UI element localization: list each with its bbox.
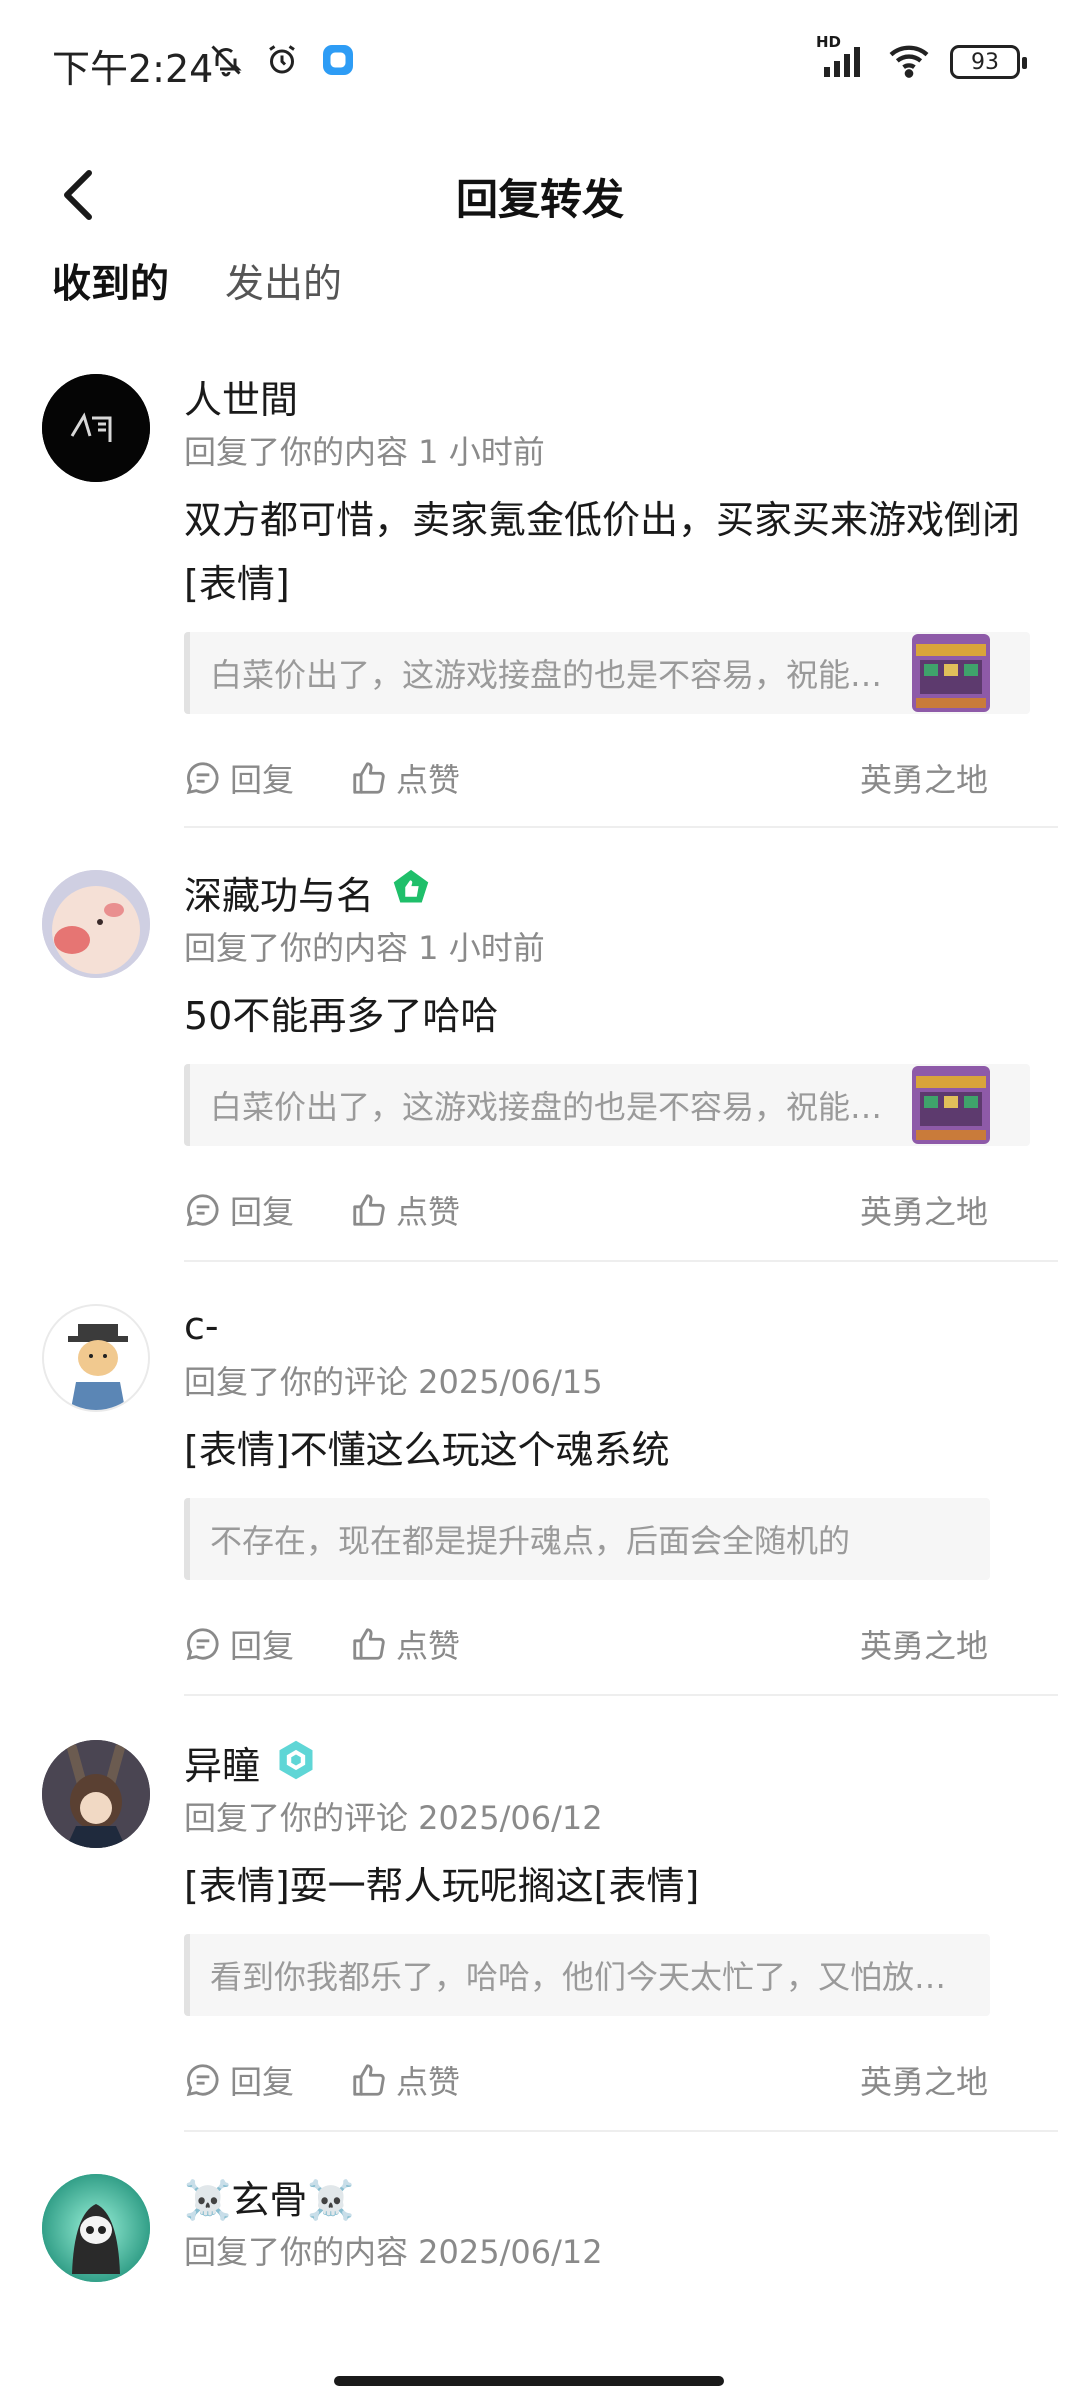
avatar[interactable] [42, 374, 150, 482]
reply-meta: 回复了你的内容 1 小时前 [184, 433, 545, 471]
tab-sent-label: 发出的 [225, 262, 343, 307]
comment-icon [186, 1194, 219, 1227]
game-link[interactable]: 英勇之地 [860, 1187, 988, 1233]
thumbs-up-icon [353, 762, 385, 794]
action-bar: 回复 点赞 英勇之地 [184, 738, 1030, 818]
game-link[interactable]: 英勇之地 [860, 755, 988, 801]
quote-text: 白菜价出了，这游戏接盘的也是不容易，祝能… [210, 1088, 883, 1126]
tab-received[interactable]: 收到的 [52, 255, 169, 325]
reply-label: 回复 [230, 2063, 295, 2101]
avatar[interactable] [42, 1304, 150, 1412]
game-link[interactable]: 英勇之地 [860, 1621, 988, 1667]
bell-muted-icon [206, 40, 246, 80]
comment-icon [186, 1628, 219, 1661]
reply-label: 回复 [230, 761, 295, 799]
comment-icon [186, 762, 219, 795]
reply-meta: 回复了你的评论 2025/06/15 [184, 1363, 603, 1401]
username[interactable]: 异瞳 [184, 1735, 260, 1790]
like-label: 点赞 [396, 1193, 461, 1231]
action-bar: 回复 点赞 英勇之地 [184, 2040, 1030, 2120]
reply-text[interactable]: [表情]耍一帮人玩呢搁这[表情] [184, 1854, 1030, 1918]
reply-button[interactable]: 回复 [184, 1187, 294, 1233]
thumbs-up-icon [353, 1628, 385, 1660]
quoted-content[interactable]: 白菜价出了，这游戏接盘的也是不容易，祝能… [184, 632, 1030, 714]
game-thumbnail [912, 634, 990, 712]
wifi-icon [886, 42, 932, 82]
avatar[interactable] [42, 1740, 150, 1848]
like-button[interactable]: 点赞 [350, 1187, 460, 1233]
quote-text: 不存在，现在都是提升魂点，后面会全随机的 [210, 1522, 851, 1560]
quote-text: 看到你我都乐了，哈哈，他们今天太忙了，又怕放… [210, 1958, 947, 1996]
reply-button[interactable]: 回复 [184, 1621, 294, 1667]
like-button[interactable]: 点赞 [350, 2057, 460, 2103]
tab-bar: 收到的 发出的 [52, 255, 342, 335]
status-bar: 下午2:24 HD 93 [0, 0, 1080, 128]
level-badge-icon [274, 1738, 318, 1786]
like-button[interactable]: 点赞 [350, 755, 460, 801]
comment-icon [186, 2064, 219, 2097]
quote-text: 白菜价出了，这游戏接盘的也是不容易，祝能… [210, 656, 883, 694]
verified-badge-icon [388, 867, 434, 917]
thumbs-up-icon [353, 2064, 385, 2096]
page-title: 回复转发 [455, 175, 624, 224]
action-bar: 回复 点赞 英勇之地 [184, 1604, 1030, 1684]
username[interactable]: 人世間 [184, 369, 298, 424]
hd-label: HD [816, 33, 842, 51]
divider [184, 2130, 1058, 2132]
reply-text[interactable]: 50不能再多了哈哈 [184, 984, 1030, 1048]
username[interactable]: ☠️玄骨☠️ [184, 2169, 355, 2224]
reply-meta: 回复了你的内容 1 小时前 [184, 929, 545, 967]
reply-meta: 回复了你的评论 2025/06/12 [184, 1799, 603, 1837]
reply-button[interactable]: 回复 [184, 755, 294, 801]
avatar[interactable] [42, 870, 150, 978]
reply-label: 回复 [230, 1627, 295, 1665]
like-button[interactable]: 点赞 [350, 1621, 460, 1667]
quoted-content[interactable]: 不存在，现在都是提升魂点，后面会全随机的 [184, 1498, 990, 1580]
battery-level: 93 [971, 49, 999, 75]
reply-text[interactable]: [表情]不懂这么玩这个魂系统 [184, 1418, 1030, 1482]
game-link[interactable]: 英勇之地 [860, 2057, 988, 2103]
divider [184, 826, 1058, 828]
divider [184, 1694, 1058, 1696]
like-label: 点赞 [396, 1627, 461, 1665]
reply-label: 回复 [230, 1193, 295, 1231]
username[interactable]: c- [184, 1304, 219, 1348]
like-label: 点赞 [396, 761, 461, 799]
quoted-content[interactable]: 白菜价出了，这游戏接盘的也是不容易，祝能… [184, 1064, 1030, 1146]
status-time: 下午2:24 [52, 47, 214, 91]
quoted-content[interactable]: 看到你我都乐了，哈哈，他们今天太忙了，又怕放… [184, 1934, 990, 2016]
alarm-clock-icon [262, 40, 302, 80]
reply-meta: 回复了你的内容 2025/06/12 [184, 2233, 603, 2271]
avatar[interactable] [42, 2174, 150, 2282]
like-label: 点赞 [396, 2063, 461, 2101]
username[interactable]: 深藏功与名 [184, 865, 374, 920]
reply-text[interactable]: 双方都可惜，卖家氪金低价出，买家买来游戏倒闭[表情] [184, 488, 1030, 616]
tab-sent[interactable]: 发出的 [225, 255, 342, 325]
status-system-icons: HD 93 [816, 33, 1027, 82]
signal-icon: HD [816, 33, 868, 79]
tab-received-label: 收到的 [52, 262, 170, 307]
reply-button[interactable]: 回复 [184, 2057, 294, 2103]
game-thumbnail [912, 1066, 990, 1144]
home-indicator[interactable] [334, 2376, 724, 2386]
thumbs-up-icon [353, 1194, 385, 1226]
action-bar: 回复 点赞 英勇之地 [184, 1170, 1030, 1250]
divider [184, 1260, 1058, 1262]
header: 回复转发 [0, 128, 1080, 268]
app-notification-icon [318, 40, 358, 80]
tab-active-indicator [58, 309, 164, 317]
status-notification-icons [206, 40, 358, 80]
battery-icon: 93 [950, 45, 1027, 79]
